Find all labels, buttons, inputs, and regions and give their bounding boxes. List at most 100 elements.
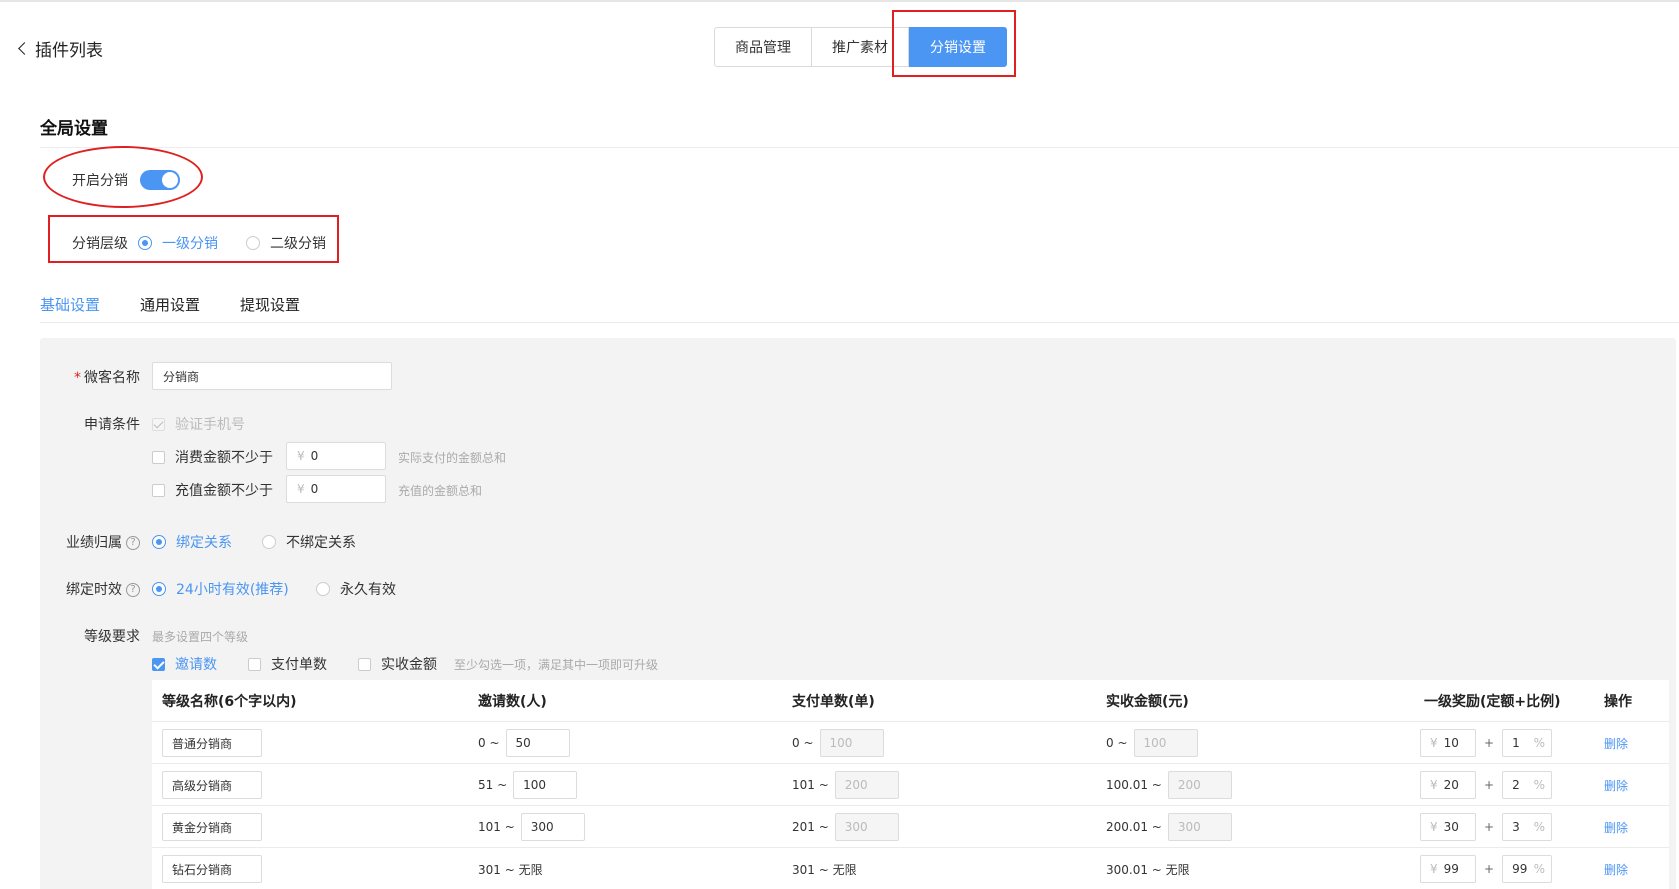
- reward-ratio-input[interactable]: 2%: [1502, 771, 1553, 799]
- reward-fixed-input[interactable]: ¥30: [1420, 813, 1476, 841]
- grade-invite[interactable]: 邀请数: [152, 654, 217, 674]
- invite-to-input[interactable]: 100: [513, 771, 578, 799]
- radio-perf-unbind[interactable]: [262, 535, 276, 549]
- amount-to-value: 300: [1177, 820, 1201, 834]
- amount-to-value: 100: [1143, 736, 1167, 750]
- invite-to-value: 300: [530, 820, 554, 834]
- grade-name-value: 钻石分销商: [172, 862, 233, 877]
- reward-ratio-input[interactable]: 99%: [1502, 855, 1553, 883]
- reward-cell: ¥99 + 99%: [1420, 848, 1553, 889]
- radio-perf-bind[interactable]: [152, 535, 166, 549]
- reward-ratio-value: 2: [1512, 778, 1520, 792]
- delete-link[interactable]: 删除: [1604, 777, 1628, 794]
- invite-to-input[interactable]: 50: [505, 729, 570, 757]
- radio-bind-24h[interactable]: [152, 582, 166, 596]
- invite-from: 301 ~ 无限: [478, 862, 543, 877]
- spend-input[interactable]: ¥0: [286, 442, 386, 470]
- question-circle-icon[interactable]: ?: [126, 583, 140, 597]
- tab-goods[interactable]: 商品管理: [714, 27, 812, 67]
- grade-name-input[interactable]: 黄金分销商: [162, 813, 262, 841]
- highlight-box-level: [48, 215, 339, 263]
- amount-range: 100.01 ~ 200: [1106, 764, 1232, 806]
- currency-prefix: ¥: [1430, 862, 1438, 876]
- perf-unbind-label: 不绑定关系: [286, 535, 356, 551]
- grade-orders[interactable]: 支付单数: [248, 654, 327, 674]
- reward-cell: ¥20 + 2%: [1420, 764, 1553, 806]
- th-amount: 实收金额(元): [1106, 694, 1189, 710]
- subtab-general[interactable]: 通用设置: [140, 294, 200, 315]
- reward-fixed-value: 99: [1443, 862, 1459, 876]
- perf-label-text: 业绩归属: [66, 535, 122, 551]
- amount-from: 100.01 ~: [1106, 778, 1162, 792]
- section-divider: [40, 147, 1679, 148]
- reward-fixed-value: 20: [1443, 778, 1459, 792]
- perf-bind[interactable]: 绑定关系: [152, 532, 232, 552]
- apply-phone-label: 验证手机号: [175, 417, 245, 433]
- grade-name-input[interactable]: 钻石分销商: [162, 855, 262, 883]
- grade-amount-label: 实收金额: [381, 657, 437, 673]
- page: 插件列表 商品管理 推广素材 分销设置 全局设置 开启分销 分销层级 一级分销 …: [0, 0, 1679, 889]
- table-row: 普通分销商 0 ~ 50 0 ~ 100 0 ~ 100 ¥10 + 1% 删除: [152, 722, 1669, 764]
- orders-to-value: 100: [829, 736, 853, 750]
- reward-cell: ¥10 + 1%: [1420, 722, 1553, 764]
- checkbox-amount[interactable]: [358, 657, 371, 671]
- section-title: 全局设置: [40, 119, 108, 139]
- amount-to-input: 100: [1133, 729, 1198, 757]
- plus-sign: +: [1484, 862, 1495, 876]
- invite-to-input[interactable]: 300: [520, 813, 585, 841]
- orders-from: 301 ~ 无限: [792, 862, 857, 877]
- delete-link[interactable]: 删除: [1604, 819, 1628, 836]
- reward-fixed-input[interactable]: ¥20: [1420, 771, 1476, 799]
- invite-to-value: 50: [515, 736, 531, 750]
- table-row: 钻石分销商 301 ~ 无限 301 ~ 无限 300.01 ~ 无限 ¥99 …: [152, 848, 1669, 889]
- amount-from: 200.01 ~: [1106, 820, 1162, 834]
- perf-label: 业绩归属?: [50, 532, 140, 552]
- question-circle-icon[interactable]: ?: [126, 536, 140, 550]
- recharge-input[interactable]: ¥0: [286, 475, 386, 503]
- checkbox-invite[interactable]: [152, 657, 165, 671]
- name-input[interactable]: 分销商: [152, 362, 392, 390]
- th-invites: 邀请数(人): [478, 694, 547, 710]
- plus-sign: +: [1484, 736, 1495, 750]
- perf-bind-label: 绑定关系: [176, 535, 232, 551]
- bind-24h[interactable]: 24小时有效(推荐): [152, 579, 289, 599]
- back-link[interactable]: 插件列表: [18, 36, 103, 61]
- radio-bind-forever[interactable]: [316, 582, 330, 596]
- delete-link[interactable]: 删除: [1604, 861, 1628, 878]
- checkbox-orders[interactable]: [248, 657, 261, 671]
- grade-invite-label: 邀请数: [175, 657, 217, 673]
- reward-ratio-value: 3: [1512, 820, 1520, 834]
- grade-label: 等级要求: [84, 629, 140, 645]
- apply-phone: 验证手机号: [152, 414, 245, 434]
- orders-to-input: 100: [819, 729, 884, 757]
- invite-to-value: 100: [523, 778, 547, 792]
- delete-link[interactable]: 删除: [1604, 735, 1628, 752]
- grade-name-input[interactable]: 高级分销商: [162, 771, 262, 799]
- invite-range: 0 ~ 50: [478, 722, 570, 764]
- reward-fixed-input[interactable]: ¥10: [1420, 729, 1476, 757]
- reward-ratio-input[interactable]: 1%: [1502, 729, 1553, 757]
- bind-label: 绑定时效?: [50, 579, 140, 599]
- orders-range: 101 ~ 200: [792, 764, 899, 806]
- checkbox-recharge[interactable]: [152, 483, 165, 497]
- amount-range: 200.01 ~ 300: [1106, 806, 1232, 848]
- apply-recharge: 充值金额不少于: [152, 480, 273, 500]
- reward-fixed-input[interactable]: ¥99: [1420, 855, 1476, 883]
- bind-forever[interactable]: 永久有效: [316, 579, 396, 599]
- perf-unbind[interactable]: 不绑定关系: [262, 532, 356, 552]
- orders-range: 301 ~ 无限: [792, 848, 857, 889]
- grade-name-value: 普通分销商: [172, 736, 233, 751]
- subtab-basic[interactable]: 基础设置: [40, 294, 100, 315]
- reward-ratio-value: 1: [1512, 736, 1520, 750]
- grade-name-input[interactable]: 普通分销商: [162, 729, 262, 757]
- table-row: 黄金分销商 101 ~ 300 201 ~ 300 200.01 ~ 300 ¥30 …: [152, 806, 1669, 848]
- checkbox-spend[interactable]: [152, 450, 165, 464]
- reward-ratio-input[interactable]: 3%: [1502, 813, 1553, 841]
- th-grade-name: 等级名称(6个字以内): [162, 694, 297, 710]
- orders-from: 0 ~: [792, 736, 814, 750]
- invite-range: 301 ~ 无限: [478, 848, 543, 889]
- subtab-withdraw[interactable]: 提现设置: [240, 294, 300, 315]
- orders-to-input: 200: [834, 771, 899, 799]
- th-action: 操作: [1604, 694, 1632, 710]
- grade-amount[interactable]: 实收金额: [358, 654, 437, 674]
